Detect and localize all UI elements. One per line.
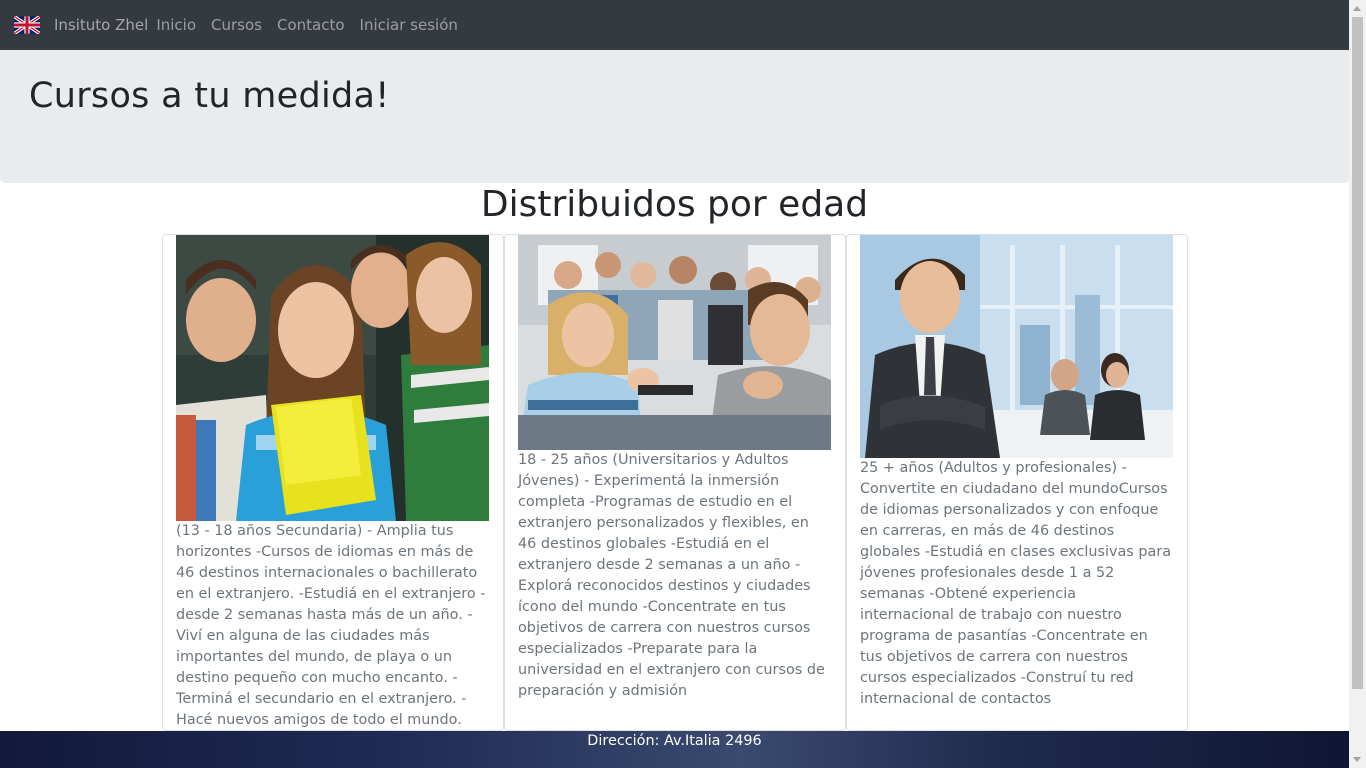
scrollbar-thumb[interactable] bbox=[1352, 17, 1363, 689]
professional-adult-image bbox=[860, 235, 1173, 458]
scroll-up-icon[interactable] bbox=[1353, 6, 1361, 11]
footer-address: Dirección: Av.Italia 2496 bbox=[587, 733, 762, 749]
brand-link[interactable]: Insituto Zhel bbox=[54, 16, 148, 34]
footer: Dirección: Av.Italia 2496 bbox=[0, 731, 1349, 768]
nav-link-inicio[interactable]: Inicio bbox=[156, 16, 196, 34]
card-university-text: 18 - 25 años (Universitarios y Adultos J… bbox=[518, 452, 825, 699]
card-professionals: 25 + años (Adultos y profesionales) - Co… bbox=[846, 234, 1188, 731]
card-teens-text: (13 - 18 años Secundaria) - Amplia tus h… bbox=[176, 523, 486, 728]
card-professionals-text: 25 + años (Adultos y profesionales) - Co… bbox=[860, 460, 1172, 707]
hero-title: Cursos a tu medida! bbox=[29, 76, 390, 116]
nav-link-cursos[interactable]: Cursos bbox=[211, 16, 262, 34]
top-navbar: Insituto Zhel Inicio Cursos Contacto Ini… bbox=[0, 0, 1349, 50]
uk-flag-icon[interactable] bbox=[14, 16, 40, 34]
nav-link-iniciar-sesion[interactable]: Iniciar sesión bbox=[360, 16, 458, 34]
vertical-scrollbar[interactable] bbox=[1349, 0, 1366, 768]
university-students-image bbox=[518, 235, 831, 450]
age-cards: (13 - 18 años Secundaria) - Amplia tus h… bbox=[162, 234, 1188, 731]
hero-jumbotron: Cursos a tu medida! bbox=[0, 50, 1349, 183]
card-teens: (13 - 18 años Secundaria) - Amplia tus h… bbox=[162, 234, 504, 731]
scroll-down-icon[interactable] bbox=[1353, 757, 1361, 762]
card-university: 18 - 25 años (Universitarios y Adultos J… bbox=[504, 234, 846, 731]
nav-link-contacto[interactable]: Contacto bbox=[277, 16, 345, 34]
section-title: Distribuidos por edad bbox=[480, 184, 869, 225]
teen-students-image bbox=[176, 235, 489, 521]
